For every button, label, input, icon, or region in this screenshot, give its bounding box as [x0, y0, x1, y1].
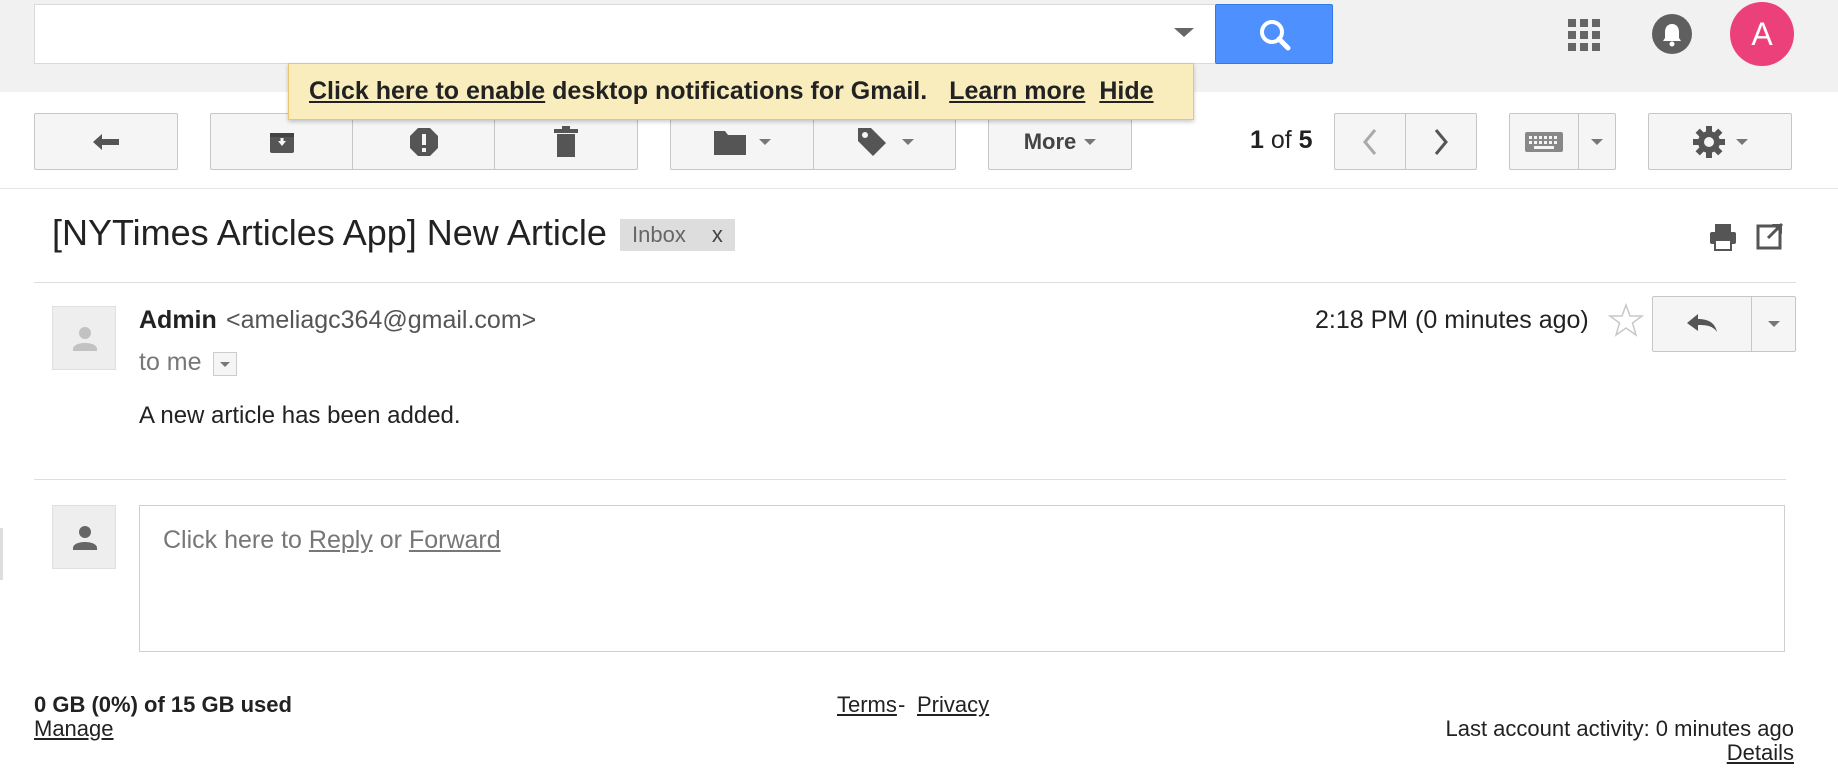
move-to-button[interactable] — [670, 113, 814, 170]
message-timestamp: 2:18 PM (0 minutes ago) — [1315, 306, 1589, 334]
star-icon[interactable] — [1608, 302, 1644, 338]
email-subject: [NYTimes Articles App] New Article — [52, 212, 607, 253]
side-panel-edge — [0, 528, 3, 580]
newer-conversation-button[interactable] — [1334, 113, 1406, 170]
reply-button[interactable] — [1652, 296, 1752, 352]
last-account-activity: Last account activity: 0 minutes ago — [1445, 716, 1794, 741]
reply-arrow-icon — [1687, 314, 1717, 332]
spam-icon — [409, 127, 438, 156]
notification-text: desktop notifications for Gmail. — [545, 77, 928, 105]
account-avatar[interactable]: A — [1730, 2, 1794, 66]
folder-icon — [714, 130, 746, 155]
more-button-label: More — [1023, 128, 1077, 154]
chevron-right-icon — [1434, 128, 1448, 155]
label-tag-icon — [857, 127, 886, 156]
notifications-bell-icon[interactable] — [1652, 14, 1692, 54]
my-avatar — [52, 505, 116, 569]
manage-storage-link[interactable]: Manage — [34, 716, 114, 742]
person-icon — [73, 526, 97, 550]
activity-details-link[interactable]: Details — [1727, 740, 1794, 766]
more-message-actions-button[interactable] — [1751, 296, 1796, 352]
sender-avatar[interactable] — [52, 306, 116, 370]
page-total: 5 — [1298, 126, 1313, 154]
bell-glyph-icon — [1663, 24, 1681, 47]
page-current: 1 — [1250, 126, 1264, 154]
chevron-left-icon — [1363, 128, 1377, 155]
inbox-label-chip: Inbox x — [620, 219, 735, 251]
caret-down-icon — [1084, 138, 1097, 145]
settings-button[interactable] — [1648, 113, 1792, 170]
privacy-link[interactable]: Privacy — [917, 692, 989, 718]
message-divider — [34, 479, 1786, 480]
input-tools-button[interactable] — [1509, 113, 1579, 170]
archive-icon — [269, 132, 294, 153]
desktop-notification-banner: Click here to enable desktop notificatio… — [288, 63, 1194, 120]
sender-email: <ameliagc364@gmail.com> — [226, 306, 537, 334]
toolbar-divider — [0, 188, 1838, 189]
input-tools-dropdown[interactable] — [1578, 113, 1616, 170]
remove-label-button[interactable]: x — [712, 222, 723, 247]
hide-notification-link[interactable]: Hide — [1099, 77, 1153, 105]
caret-down-icon — [901, 138, 914, 145]
pagination-count: 1 of 5 — [1250, 122, 1313, 158]
open-in-new-window-icon[interactable] — [1756, 222, 1784, 250]
forward-link[interactable]: Forward — [409, 526, 501, 554]
search-icon — [1260, 20, 1291, 51]
gear-icon — [1693, 125, 1725, 158]
reply-prompt-prefix: Click here to — [163, 526, 309, 554]
report-spam-button[interactable] — [352, 113, 495, 170]
person-icon — [73, 327, 97, 351]
terms-link[interactable]: Terms — [837, 692, 897, 718]
print-all-icon[interactable] — [1708, 222, 1738, 252]
enable-notifications-link[interactable]: Click here to enable — [309, 77, 545, 105]
show-details-button[interactable] — [213, 352, 237, 376]
message-body: A new article has been added. — [139, 402, 461, 429]
storage-usage: 0 GB (0%) of 15 GB used — [34, 692, 292, 717]
delete-button[interactable] — [494, 113, 638, 170]
caret-down-icon — [759, 138, 771, 145]
labels-button[interactable] — [813, 113, 956, 170]
search-input[interactable] — [34, 4, 1216, 64]
reply-prompt-or: or — [372, 526, 409, 554]
footer-separator: - — [898, 692, 906, 717]
search-options-dropdown-icon[interactable] — [1174, 28, 1194, 37]
more-actions-button[interactable]: More — [988, 113, 1132, 170]
search-button[interactable] — [1215, 4, 1333, 64]
caret-down-icon — [1767, 321, 1780, 327]
older-conversation-button[interactable] — [1405, 113, 1477, 170]
apps-grid-icon[interactable] — [1566, 17, 1602, 53]
caret-down-icon — [1591, 138, 1603, 145]
reply-prompt: Click here to Reply or Forward — [163, 526, 501, 555]
back-to-inbox-button[interactable] — [34, 113, 178, 170]
caret-down-icon — [1736, 138, 1748, 145]
recipient-line: to me — [139, 348, 202, 376]
keyboard-icon — [1525, 131, 1563, 152]
reply-link[interactable]: Reply — [309, 526, 373, 554]
back-arrow-icon — [93, 133, 119, 150]
caret-down-icon — [220, 361, 230, 367]
learn-more-link[interactable]: Learn more — [949, 77, 1085, 105]
trash-icon — [554, 125, 578, 157]
subject-divider — [34, 282, 1796, 283]
page-of: of — [1263, 126, 1299, 154]
sender-name[interactable]: Admin — [139, 306, 217, 335]
archive-button[interactable] — [210, 113, 353, 170]
label-name[interactable]: Inbox — [632, 222, 686, 247]
